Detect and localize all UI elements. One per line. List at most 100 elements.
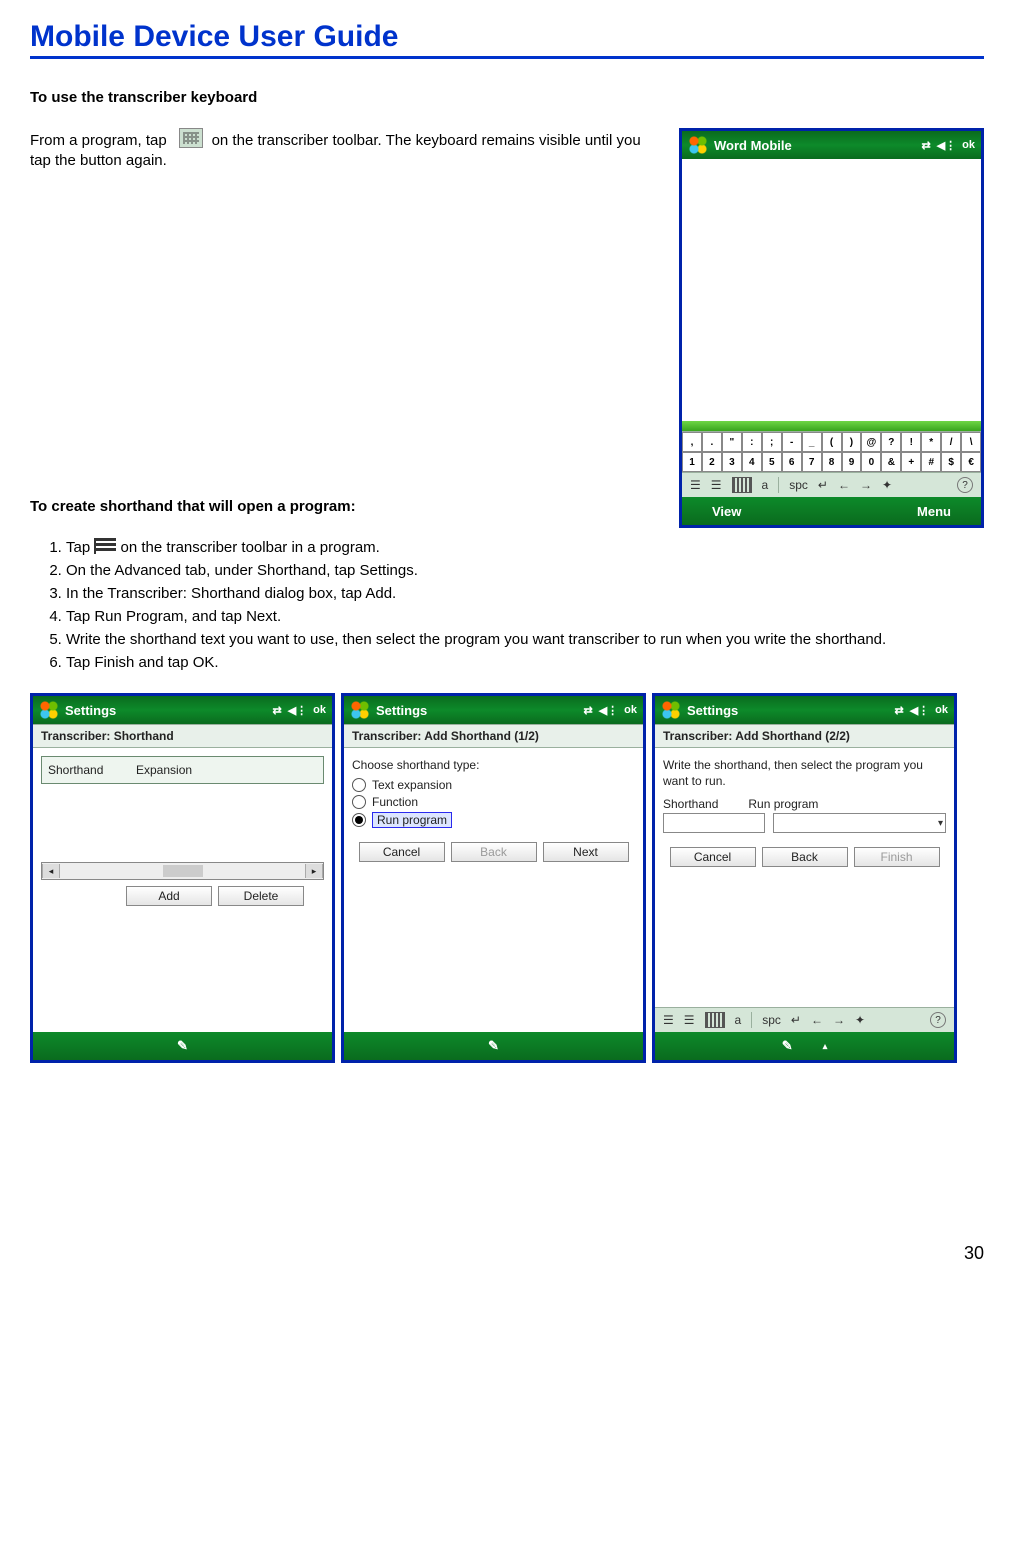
key[interactable]: 0 (861, 452, 881, 472)
view-softkey[interactable]: View (712, 504, 741, 519)
options-toolbar-icon (94, 538, 116, 554)
sip-icon[interactable]: ✎ (782, 1038, 793, 1054)
options-icon[interactable]: ☰ (663, 1013, 674, 1027)
help-icon[interactable]: ? (930, 1012, 946, 1028)
key[interactable]: ? (881, 432, 901, 452)
softkey-bar: ✎▴ (655, 1032, 954, 1060)
radio-text-expansion[interactable]: Text expansion (352, 778, 635, 792)
separator (778, 477, 779, 493)
enter-key[interactable]: ↵ (791, 1013, 801, 1027)
cancel-button[interactable]: Cancel (670, 847, 756, 867)
key[interactable]: : (742, 432, 762, 452)
key[interactable]: _ (802, 432, 822, 452)
letter-mode-icon[interactable]: a (762, 478, 769, 492)
key[interactable]: ( (822, 432, 842, 452)
scroll-thumb[interactable] (163, 865, 203, 877)
sip-icon[interactable]: ✎ (177, 1038, 188, 1054)
key[interactable]: 6 (782, 452, 802, 472)
keyboard-icon[interactable] (705, 1012, 725, 1028)
options-icon[interactable]: ☰ (690, 478, 701, 492)
section-heading-1: To use the transcriber keyboard (30, 89, 984, 106)
key[interactable]: + (901, 452, 921, 472)
step-4: Tap Run Program, and tap Next. (66, 606, 984, 627)
softkey-bar: ✎ (33, 1032, 332, 1060)
shorthand-input[interactable] (663, 813, 765, 833)
key[interactable]: " (722, 432, 742, 452)
connectivity-icon[interactable]: ⇄ (583, 704, 592, 717)
help-icon[interactable]: ? (957, 477, 973, 493)
connectivity-icon[interactable]: ⇄ (894, 704, 903, 717)
back-button[interactable]: Back (762, 847, 848, 867)
right-key[interactable]: → (860, 478, 872, 492)
enter-key[interactable]: ↵ (818, 478, 828, 492)
scroll-right[interactable]: ▸ (305, 864, 323, 878)
start-icon[interactable] (688, 135, 708, 155)
softkey-bar: ✎ (344, 1032, 643, 1060)
key[interactable]: 4 (742, 452, 762, 472)
radio-function[interactable]: Function (352, 795, 635, 809)
key[interactable]: \ (961, 432, 981, 452)
start-icon[interactable] (350, 700, 370, 720)
key[interactable]: 2 (702, 452, 722, 472)
volume-icon[interactable]: ◀⋮ (288, 704, 307, 717)
key[interactable]: @ (861, 432, 881, 452)
key[interactable]: 9 (842, 452, 862, 472)
cancel-button[interactable]: Cancel (359, 842, 445, 862)
list-icon[interactable]: ☰ (684, 1013, 695, 1027)
run-program-dropdown[interactable] (773, 813, 946, 833)
key[interactable]: . (702, 432, 722, 452)
list-icon[interactable]: ☰ (711, 478, 722, 492)
key[interactable]: / (941, 432, 961, 452)
right-key[interactable]: → (833, 1013, 845, 1027)
key[interactable]: ; (762, 432, 782, 452)
key[interactable]: ! (901, 432, 921, 452)
sip-icon[interactable]: ✎ (488, 1038, 499, 1054)
key[interactable]: # (921, 452, 941, 472)
delete-button[interactable]: Delete (218, 886, 304, 906)
space-key[interactable]: spc (789, 478, 808, 492)
key[interactable]: ) (842, 432, 862, 452)
start-icon[interactable] (661, 700, 681, 720)
key[interactable]: & (881, 452, 901, 472)
key[interactable]: 1 (682, 452, 702, 472)
space-key[interactable]: spc (762, 1013, 781, 1027)
key[interactable]: 5 (762, 452, 782, 472)
key[interactable]: 8 (822, 452, 842, 472)
keyboard-icon[interactable] (732, 477, 752, 493)
connectivity-icon[interactable]: ⇄ (272, 704, 281, 717)
volume-icon[interactable]: ◀⋮ (910, 704, 929, 717)
correction-icon[interactable]: ✦ (855, 1013, 865, 1027)
key[interactable]: , (682, 432, 702, 452)
connectivity-icon[interactable]: ⇄ (921, 139, 930, 152)
left-key[interactable]: ← (838, 478, 850, 492)
volume-icon[interactable]: ◀⋮ (599, 704, 618, 717)
key[interactable]: $ (941, 452, 961, 472)
start-icon[interactable] (39, 700, 59, 720)
onscreen-keyboard[interactable]: ,.":;-_()@?!*/\ 1234567890&+#$€ (682, 431, 981, 472)
menu-softkey[interactable]: Menu (917, 504, 951, 519)
step-6: Tap Finish and tap OK. (66, 652, 984, 673)
ok-button[interactable]: ok (313, 704, 326, 717)
ok-button[interactable]: ok (962, 139, 975, 152)
volume-icon[interactable]: ◀⋮ (937, 139, 956, 152)
radio-run-program[interactable]: Run program (352, 812, 635, 828)
app-title: Settings (65, 703, 266, 718)
key[interactable]: - (782, 432, 802, 452)
next-button[interactable]: Next (543, 842, 629, 862)
key[interactable]: 3 (722, 452, 742, 472)
key[interactable]: 7 (802, 452, 822, 472)
left-key[interactable]: ← (811, 1013, 823, 1027)
key[interactable]: € (961, 452, 981, 472)
prompt-text: Choose shorthand type: (352, 758, 635, 772)
scroll-left[interactable]: ◂ (42, 864, 60, 878)
ok-button[interactable]: ok (935, 704, 948, 717)
correction-icon[interactable]: ✦ (882, 478, 892, 492)
add-button[interactable]: Add (126, 886, 212, 906)
letter-mode-icon[interactable]: a (735, 1013, 742, 1027)
title-rule (30, 56, 984, 59)
document-area[interactable] (682, 159, 981, 421)
back-button: Back (451, 842, 537, 862)
key[interactable]: * (921, 432, 941, 452)
ok-button[interactable]: ok (624, 704, 637, 717)
h-scrollbar[interactable]: ◂ ▸ (41, 862, 324, 880)
